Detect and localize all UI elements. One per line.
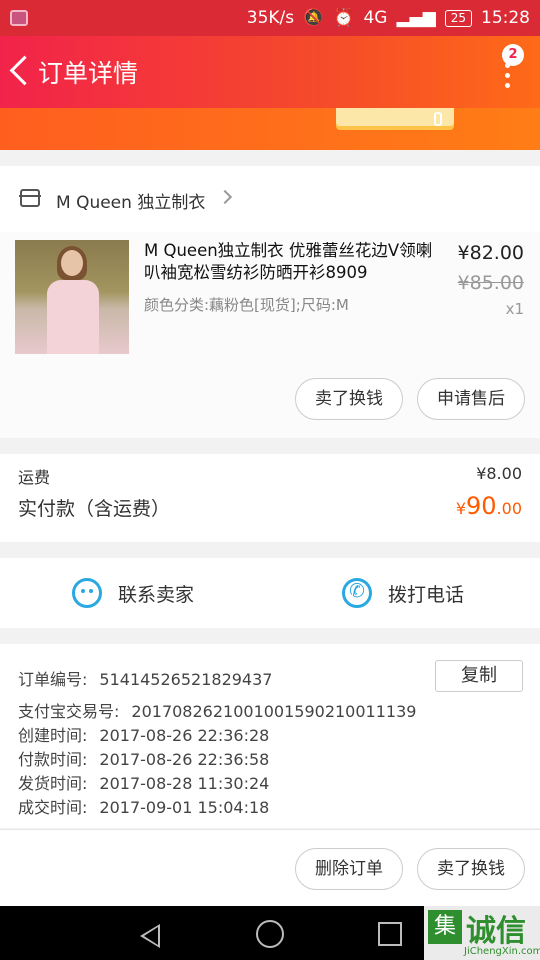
done-label: 成交时间: — [18, 798, 88, 817]
watermark: 集 诚信 JiChengXin.com — [424, 904, 540, 960]
shipped-label: 发货时间: — [18, 774, 88, 793]
paid-currency: ¥ — [455, 499, 466, 518]
watermark-text: 诚信 — [466, 914, 526, 949]
chevron-right-icon — [217, 189, 233, 205]
app-header: 订单详情 2 — [0, 36, 540, 108]
shipping-label: 运费 — [18, 468, 51, 487]
shipped-row: 发货时间: 2017-08-28 11:30:24 — [18, 770, 269, 794]
paid-time-label: 付款时间: — [18, 750, 88, 769]
bottom-actions: 删除订单 卖了换钱 — [0, 829, 540, 906]
shop-name: M Queen 独立制衣 — [56, 193, 206, 213]
sell-button-bottom[interactable]: 卖了换钱 — [417, 848, 525, 890]
shipped-time: 2017-08-28 11:30:24 — [99, 774, 270, 793]
order-number-label: 订单编号: — [18, 670, 88, 689]
done-row: 成交时间: 2017-09-01 15:04:18 — [18, 794, 269, 818]
nav-home-icon[interactable] — [256, 920, 284, 948]
signal-label: 4G — [363, 8, 388, 28]
watermark-logo: 集 — [428, 910, 462, 944]
sell-button[interactable]: 卖了换钱 — [295, 378, 403, 420]
contact-bar: 联系卖家 拨打电话 — [0, 558, 540, 628]
copy-button[interactable]: 复制 — [435, 660, 523, 692]
call-label: 拨打电话 — [388, 583, 465, 606]
fee-section: 运费 ¥8.00 实付款（含运费） ¥90.00 — [0, 454, 540, 542]
clock: 15:28 — [481, 8, 530, 28]
paid-int: 90 — [466, 492, 497, 520]
order-number-row: 订单编号: 51414526521829437 — [18, 666, 272, 690]
message-badge: 2 — [502, 44, 524, 66]
paid-row: 付款时间: 2017-08-26 22:36:58 — [18, 746, 269, 770]
after-sale-button[interactable]: 申请售后 — [417, 378, 525, 420]
watermark-url: JiChengXin.com — [464, 946, 540, 957]
product-image[interactable] — [15, 240, 129, 354]
product-spec: 颜色分类:藕粉色[现货];尺码:M — [144, 296, 349, 314]
alipay-row: 支付宝交易号: 2017082621001001590210011139 — [18, 698, 416, 722]
done-time: 2017-09-01 15:04:18 — [99, 798, 270, 817]
promo-banner — [0, 108, 540, 150]
delete-order-button[interactable]: 删除订单 — [295, 848, 403, 890]
alipay-number: 2017082621001001590210011139 — [131, 702, 417, 721]
nav-back-icon[interactable] — [140, 924, 160, 948]
product-card[interactable]: M Queen独立制衣 优雅蕾丝花边V领喇叭袖宽松雪纺衫防晒开衫8909 颜色分… — [0, 232, 540, 438]
created-time: 2017-08-26 22:36:28 — [99, 726, 270, 745]
gift-ribbon-icon — [434, 112, 442, 126]
alarm-icon: ⏰ — [333, 8, 355, 28]
contact-seller-button[interactable]: 联系卖家 — [72, 558, 194, 628]
paid-label: 实付款（含运费） — [18, 498, 171, 520]
phone-icon — [342, 578, 372, 608]
original-price: ¥85.00 — [457, 272, 524, 294]
chat-icon — [72, 578, 102, 608]
product-price: ¥82.00 — [457, 242, 524, 264]
product-quantity: x1 — [505, 300, 524, 318]
signal-icon: ▂▄▆ — [396, 8, 436, 28]
gallery-icon — [10, 10, 28, 26]
product-name: M Queen独立制衣 优雅蕾丝花边V领喇叭袖宽松雪纺衫防晒开衫8909 — [144, 241, 433, 282]
alipay-label: 支付宝交易号: — [18, 702, 120, 721]
order-info: 订单编号: 51414526521829437 复制 支付宝交易号: 2017082… — [0, 644, 540, 828]
shipping-value: ¥8.00 — [476, 464, 522, 483]
store-icon — [19, 189, 41, 207]
battery-icon: 25 — [444, 9, 472, 27]
created-label: 创建时间: — [18, 726, 88, 745]
paid-dec: .00 — [496, 499, 522, 518]
back-icon[interactable] — [8, 54, 30, 90]
mute-icon: 🔕 — [303, 8, 325, 28]
paid-amount: ¥90.00 — [456, 492, 522, 520]
page-title: 订单详情 — [38, 59, 139, 88]
status-bar: 35K/s 🔕 ⏰ 4G ▂▄▆ 25 15:28 — [0, 0, 540, 36]
order-number: 51414526521829437 — [99, 670, 273, 689]
contact-seller-label: 联系卖家 — [118, 583, 195, 606]
paid-time: 2017-08-26 22:36:58 — [99, 750, 270, 769]
created-row: 创建时间: 2017-08-26 22:36:28 — [18, 722, 269, 746]
nav-recent-icon[interactable] — [378, 922, 402, 946]
call-button[interactable]: 拨打电话 — [342, 558, 464, 628]
shop-row[interactable]: M Queen 独立制衣 — [0, 166, 540, 232]
network-speed: 35K/s — [246, 8, 295, 28]
